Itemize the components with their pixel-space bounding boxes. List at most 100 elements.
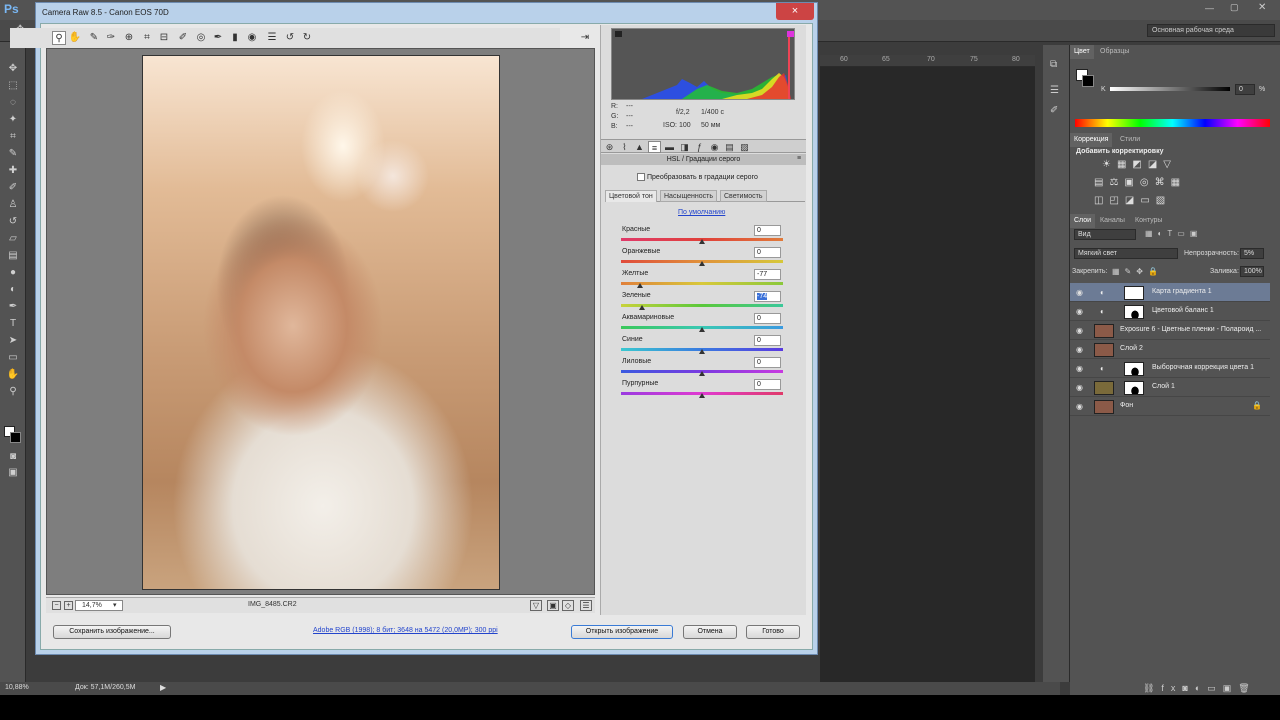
compare-icon[interactable]: ▣ — [547, 600, 559, 611]
slider-thumb[interactable] — [636, 283, 643, 288]
basic-tab-icon[interactable]: ⊛ — [603, 141, 616, 153]
rotate-left-icon[interactable]: ↺ — [283, 31, 297, 45]
layer-thumb[interactable] — [1094, 400, 1114, 414]
tab-styles[interactable]: Стили — [1116, 133, 1144, 147]
tone-curve-tab-icon[interactable]: ⌇ — [618, 141, 631, 153]
targeted-adjustment-icon[interactable]: ⊕ — [122, 31, 136, 45]
type-tool-icon[interactable]: T — [5, 317, 21, 331]
background-color-swatch[interactable] — [10, 432, 21, 443]
slider-thumb[interactable] — [699, 371, 705, 376]
layer-row[interactable]: ◉ Слой 2 — [1070, 340, 1270, 359]
slider-value-field[interactable]: -74 — [754, 291, 781, 302]
save-image-button[interactable]: Сохранить изображение... — [53, 625, 171, 639]
eye-icon[interactable]: ◉ — [1076, 383, 1083, 392]
effects-tab-icon[interactable]: ƒ — [693, 141, 706, 153]
crop-tool-icon[interactable]: ⌗ — [140, 31, 154, 45]
layer-row[interactable]: ◉ ◐ Выборочная коррекция цвета 1 — [1070, 359, 1270, 378]
hand-tool-icon[interactable]: ✋ — [5, 368, 21, 382]
eyedropper-tool-icon[interactable]: ✎ — [5, 147, 21, 161]
adjustment-icons-row-1[interactable]: ☀▦◩◪▽ — [1102, 159, 1177, 170]
slider-thumb[interactable] — [699, 261, 705, 266]
lasso-tool-icon[interactable]: ◌ — [5, 96, 21, 110]
slider-value-field[interactable]: 0 — [754, 357, 781, 368]
tab-channels[interactable]: Каналы — [1096, 214, 1129, 228]
eraser-tool-icon[interactable]: ▱ — [5, 232, 21, 246]
camera-calibration-tab-icon[interactable]: ◉ — [708, 141, 721, 153]
properties-panel-icon[interactable]: ☰ — [1050, 85, 1059, 96]
grayscale-checkbox[interactable]: Преобразовать в градации серого — [637, 173, 758, 181]
layer-name[interactable]: Карта градиента 1 — [1152, 288, 1212, 295]
marquee-tool-icon[interactable]: ⬚ — [5, 79, 21, 93]
chevron-down-icon[interactable]: ▾ — [113, 601, 117, 609]
layer-name[interactable]: Выборочная коррекция цвета 1 — [1152, 364, 1254, 371]
slider-value-field[interactable]: 0 — [754, 313, 781, 324]
slider-value-field[interactable]: 0 — [754, 247, 781, 258]
slider-thumb[interactable] — [639, 305, 646, 310]
dodge-tool-icon[interactable]: ◐ — [5, 283, 21, 297]
tab-swatches[interactable]: Образцы — [1096, 45, 1133, 59]
graduated-filter-icon[interactable]: ▮ — [228, 31, 242, 45]
slider-thumb[interactable] — [699, 349, 705, 354]
slider-track[interactable] — [621, 304, 783, 307]
lens-corrections-tab-icon[interactable]: ◨ — [678, 141, 691, 153]
path-select-icon[interactable]: ➤ — [5, 334, 21, 348]
zoom-tool-icon[interactable]: ⚲ — [5, 385, 21, 399]
zoom-in-button[interactable]: + — [64, 601, 73, 610]
eye-icon[interactable]: ◉ — [1076, 307, 1083, 316]
bg-color-chip[interactable] — [1082, 75, 1094, 87]
straighten-tool-icon[interactable]: ⊟ — [157, 31, 171, 45]
swap-icon[interactable]: ◇ — [562, 600, 574, 611]
slider-value-field[interactable]: -77 — [754, 269, 781, 280]
tab-saturation[interactable]: Насыщенность — [660, 190, 718, 202]
defaults-link[interactable]: По умолчанию — [678, 209, 725, 216]
white-balance-tool-icon[interactable]: ✎ — [87, 31, 101, 45]
shape-tool-icon[interactable]: ▭ — [5, 351, 21, 365]
eye-icon[interactable]: ◉ — [1076, 288, 1083, 297]
adjustment-brush-icon[interactable]: ✒ — [211, 31, 225, 45]
fullscreen-icon[interactable]: ⇥ — [578, 31, 592, 45]
k-slider[interactable] — [1110, 87, 1230, 91]
highlight-clip-indicator[interactable] — [787, 31, 794, 37]
eye-icon[interactable]: ◉ — [1076, 345, 1083, 354]
zoom-out-button[interactable]: − — [52, 601, 61, 610]
tab-adjustments[interactable]: Коррекция — [1070, 133, 1113, 147]
preferences-icon[interactable]: ☰ — [265, 31, 279, 45]
detail-tab-icon[interactable]: ▲ — [633, 141, 646, 153]
dialog-close-button[interactable]: × — [776, 3, 814, 20]
adjustment-icons-row-3[interactable]: ◫◰◪▭▧ — [1094, 195, 1171, 206]
brush-tool-icon[interactable]: ✐ — [5, 181, 21, 195]
color-spectrum-bar[interactable] — [1075, 119, 1270, 127]
photo-preview[interactable] — [142, 55, 500, 590]
tab-paths[interactable]: Контуры — [1131, 214, 1166, 228]
layer-filter-kind[interactable]: Вид — [1074, 229, 1136, 240]
tab-color[interactable]: Цвет — [1070, 45, 1094, 59]
layer-row[interactable]: ◉ Слой 1 — [1070, 378, 1270, 397]
layer-row[interactable]: ◉ Фон 🔒 — [1070, 397, 1270, 416]
hsl-tab-icon[interactable]: ≡ — [648, 141, 661, 153]
open-image-button[interactable]: Открыть изображение — [571, 625, 673, 639]
layer-name[interactable]: Фон — [1120, 402, 1133, 409]
filter-icon[interactable]: ▽ — [530, 600, 542, 611]
slider-thumb[interactable] — [699, 393, 705, 398]
eye-icon[interactable]: ◉ — [1076, 326, 1083, 335]
done-button[interactable]: Готово — [746, 625, 800, 639]
status-arrow-icon[interactable]: ▶ — [160, 683, 166, 692]
slider-value-field[interactable]: 0 — [754, 225, 781, 236]
blur-tool-icon[interactable]: ● — [5, 266, 21, 280]
crop-tool-icon[interactable]: ⌗ — [5, 130, 21, 144]
layer-row[interactable]: ◉ ◐ Цветовой баланс 1 — [1070, 302, 1270, 321]
rotate-right-icon[interactable]: ↻ — [300, 31, 314, 45]
layer-panel-footer-icons[interactable]: ⛓fx◙◐▭▣🗑 — [1143, 683, 1257, 694]
slider-value-field[interactable]: 0 — [754, 335, 781, 346]
layer-filter-icons[interactable]: ▦◐T▭▣ — [1145, 229, 1202, 238]
menu-icon[interactable]: ☰ — [580, 600, 592, 611]
layer-name[interactable]: Exposure 6 - Цветные пленки - Полароид .… — [1120, 326, 1261, 333]
close-icon[interactable]: ✕ — [1258, 2, 1266, 13]
quick-mask-icon[interactable]: ◙ — [5, 450, 21, 464]
hand-tool-icon[interactable]: ✋ — [68, 31, 82, 45]
color-sampler-icon[interactable]: ✑ — [104, 31, 118, 45]
layer-name[interactable]: Цветовой баланс 1 — [1152, 307, 1214, 314]
workflow-options-link[interactable]: Adobe RGB (1998); 8 бит; 3648 на 5472 (2… — [313, 627, 498, 634]
workspace-select[interactable]: Основная рабочая среда — [1147, 24, 1275, 37]
fill-field[interactable]: 100% — [1240, 266, 1264, 277]
